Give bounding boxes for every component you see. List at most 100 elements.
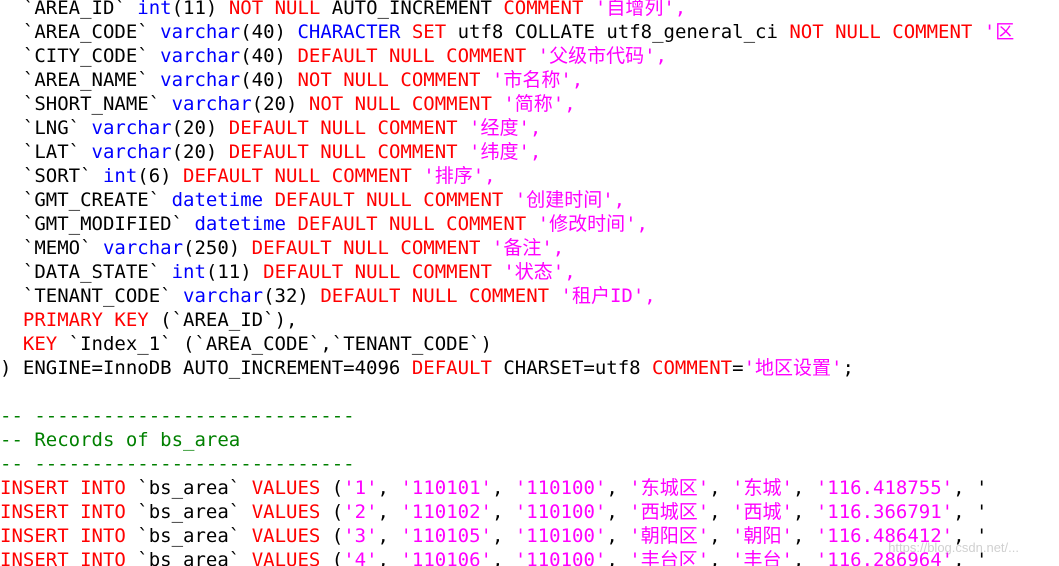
code-token: DEFAULT NULL COMMENT [297, 213, 527, 235]
code-token: '1' [343, 477, 378, 499]
code-token: utf8 COLLATE utf8_general_ci [446, 21, 790, 43]
code-token: , [377, 549, 401, 566]
code-token: varchar [183, 285, 264, 307]
code-token: (20) [171, 141, 229, 163]
code-line: `SORT` int(6) DEFAULT NULL COMMENT '排序', [0, 164, 496, 188]
code-token: `CITY_CODE` [0, 45, 161, 67]
code-token: NOT NULL COMMENT [297, 69, 481, 91]
code-token: (11) [171, 0, 229, 19]
code-token: , ' [953, 501, 988, 523]
code-token: VALUES [251, 501, 321, 523]
code-token: VALUES [251, 525, 321, 547]
code-token: , [606, 525, 630, 547]
code-token: , [709, 549, 733, 566]
code-token: (40) [240, 45, 298, 67]
code-token: -- Records of bs_area [0, 429, 241, 451]
code-token: DEFAULT NULL COMMENT [183, 165, 412, 187]
code-token: , [792, 525, 816, 547]
code-token: `bs_area` [125, 525, 252, 547]
code-token: INSERT INTO [0, 501, 126, 523]
code-token: (11) [205, 261, 264, 283]
code-token: '东城' [732, 477, 793, 499]
code-line: `LNG` varchar(20) DEFAULT NULL COMMENT '… [0, 116, 541, 140]
code-token: int [102, 165, 138, 187]
code-token: `LNG` [0, 117, 92, 139]
code-token: SET [411, 21, 447, 43]
code-token: , [491, 549, 515, 566]
code-token: COMMENT [652, 357, 733, 379]
code-line: `DATA_STATE` int(11) DEFAULT NULL COMMEN… [0, 260, 576, 284]
code-token: , [606, 549, 630, 566]
code-token: NOT NULL COMMENT [308, 93, 492, 115]
code-token: ( [320, 525, 344, 547]
code-token: '110100' [514, 549, 607, 566]
code-token: varchar [102, 237, 184, 259]
code-token: `SORT` [0, 165, 103, 187]
code-token: (40) [240, 21, 298, 43]
code-token: ( [320, 549, 344, 566]
code-token: DEFAULT NULL COMMENT [320, 285, 550, 307]
code-line: `GMT_CREATE` datetime DEFAULT NULL COMME… [0, 188, 625, 212]
code-line: INSERT INTO `bs_area` VALUES ('4', '1101… [0, 548, 987, 566]
code-token: (32) [263, 285, 321, 307]
code-token: varchar [160, 45, 241, 67]
code-token: '市名称', [480, 69, 584, 91]
code-token: '110105' [400, 525, 492, 547]
code-token: '110100' [514, 501, 607, 523]
code-token: '116.418755' [815, 477, 954, 499]
code-token: (250) [183, 237, 252, 259]
code-token: NOT NULL COMMENT [789, 21, 973, 43]
code-token: '110102' [400, 501, 492, 523]
code-token: DEFAULT NULL COMMENT [263, 261, 492, 283]
code-token: int [171, 261, 206, 283]
code-token: , [709, 525, 733, 547]
code-token: VALUES [251, 549, 321, 566]
code-line: `AREA_CODE` varchar(40) CHARACTER SET ut… [0, 20, 1014, 44]
code-token: , [377, 477, 401, 499]
code-line: -- ---------------------------- [0, 452, 355, 476]
code-token: VALUES [251, 477, 321, 499]
code-token: `bs_area` [125, 549, 252, 566]
code-token: varchar [160, 21, 241, 43]
code-token: INSERT INTO [0, 525, 126, 547]
code-token: KEY [22, 333, 58, 355]
code-line: ) ENGINE=InnoDB AUTO_INCREMENT=4096 DEFA… [0, 356, 854, 380]
code-token: DEFAULT NULL COMMENT [228, 141, 458, 163]
code-token: '110100' [514, 525, 607, 547]
code-token: datetime [194, 213, 286, 235]
code-token: '区 [972, 21, 1015, 43]
code-token: , [792, 501, 816, 523]
code-token: '朝阳' [732, 525, 793, 547]
code-token: '朝阳区' [629, 525, 710, 547]
code-token: , [491, 477, 515, 499]
code-token: `AREA_CODE` [0, 21, 161, 43]
code-token: (40) [240, 69, 298, 91]
code-token: int [137, 0, 172, 19]
code-token: , ' [953, 477, 988, 499]
code-token: `AREA_ID` [0, 0, 138, 19]
code-editor[interactable]: `AREA_ID` int(11) NOT NULL AUTO_INCREMEN… [0, 0, 1059, 566]
code-line: -- ---------------------------- [0, 404, 355, 428]
code-token: '创建时间', [503, 189, 626, 211]
code-line: `CITY_CODE` varchar(40) DEFAULT NULL COM… [0, 44, 667, 68]
code-line: `GMT_MODIFIED` datetime DEFAULT NULL COM… [0, 212, 648, 236]
code-token: DEFAULT NULL COMMENT [274, 189, 504, 211]
code-token: (20) [171, 117, 229, 139]
code-token: `bs_area` [125, 477, 252, 499]
code-line: `SHORT_NAME` varchar(20) NOT NULL COMMEN… [0, 92, 576, 116]
code-token: , [606, 477, 630, 499]
code-token: '110106' [400, 549, 492, 566]
code-line: `LAT` varchar(20) DEFAULT NULL COMMENT '… [0, 140, 541, 164]
code-line: PRIMARY KEY (`AREA_ID`), [0, 308, 298, 332]
code-token: = [732, 357, 744, 379]
code-token: '4' [343, 549, 378, 566]
code-token: , [792, 477, 816, 499]
code-token: '西城' [732, 501, 793, 523]
code-line: KEY `Index_1` (`AREA_CODE`,`TENANT_CODE`… [0, 332, 492, 356]
code-line: INSERT INTO `bs_area` VALUES ('1', '1101… [0, 476, 987, 500]
code-token: ) ENGINE=InnoDB AUTO_INCREMENT=4096 [0, 357, 412, 379]
code-token: '排序', [411, 165, 496, 187]
